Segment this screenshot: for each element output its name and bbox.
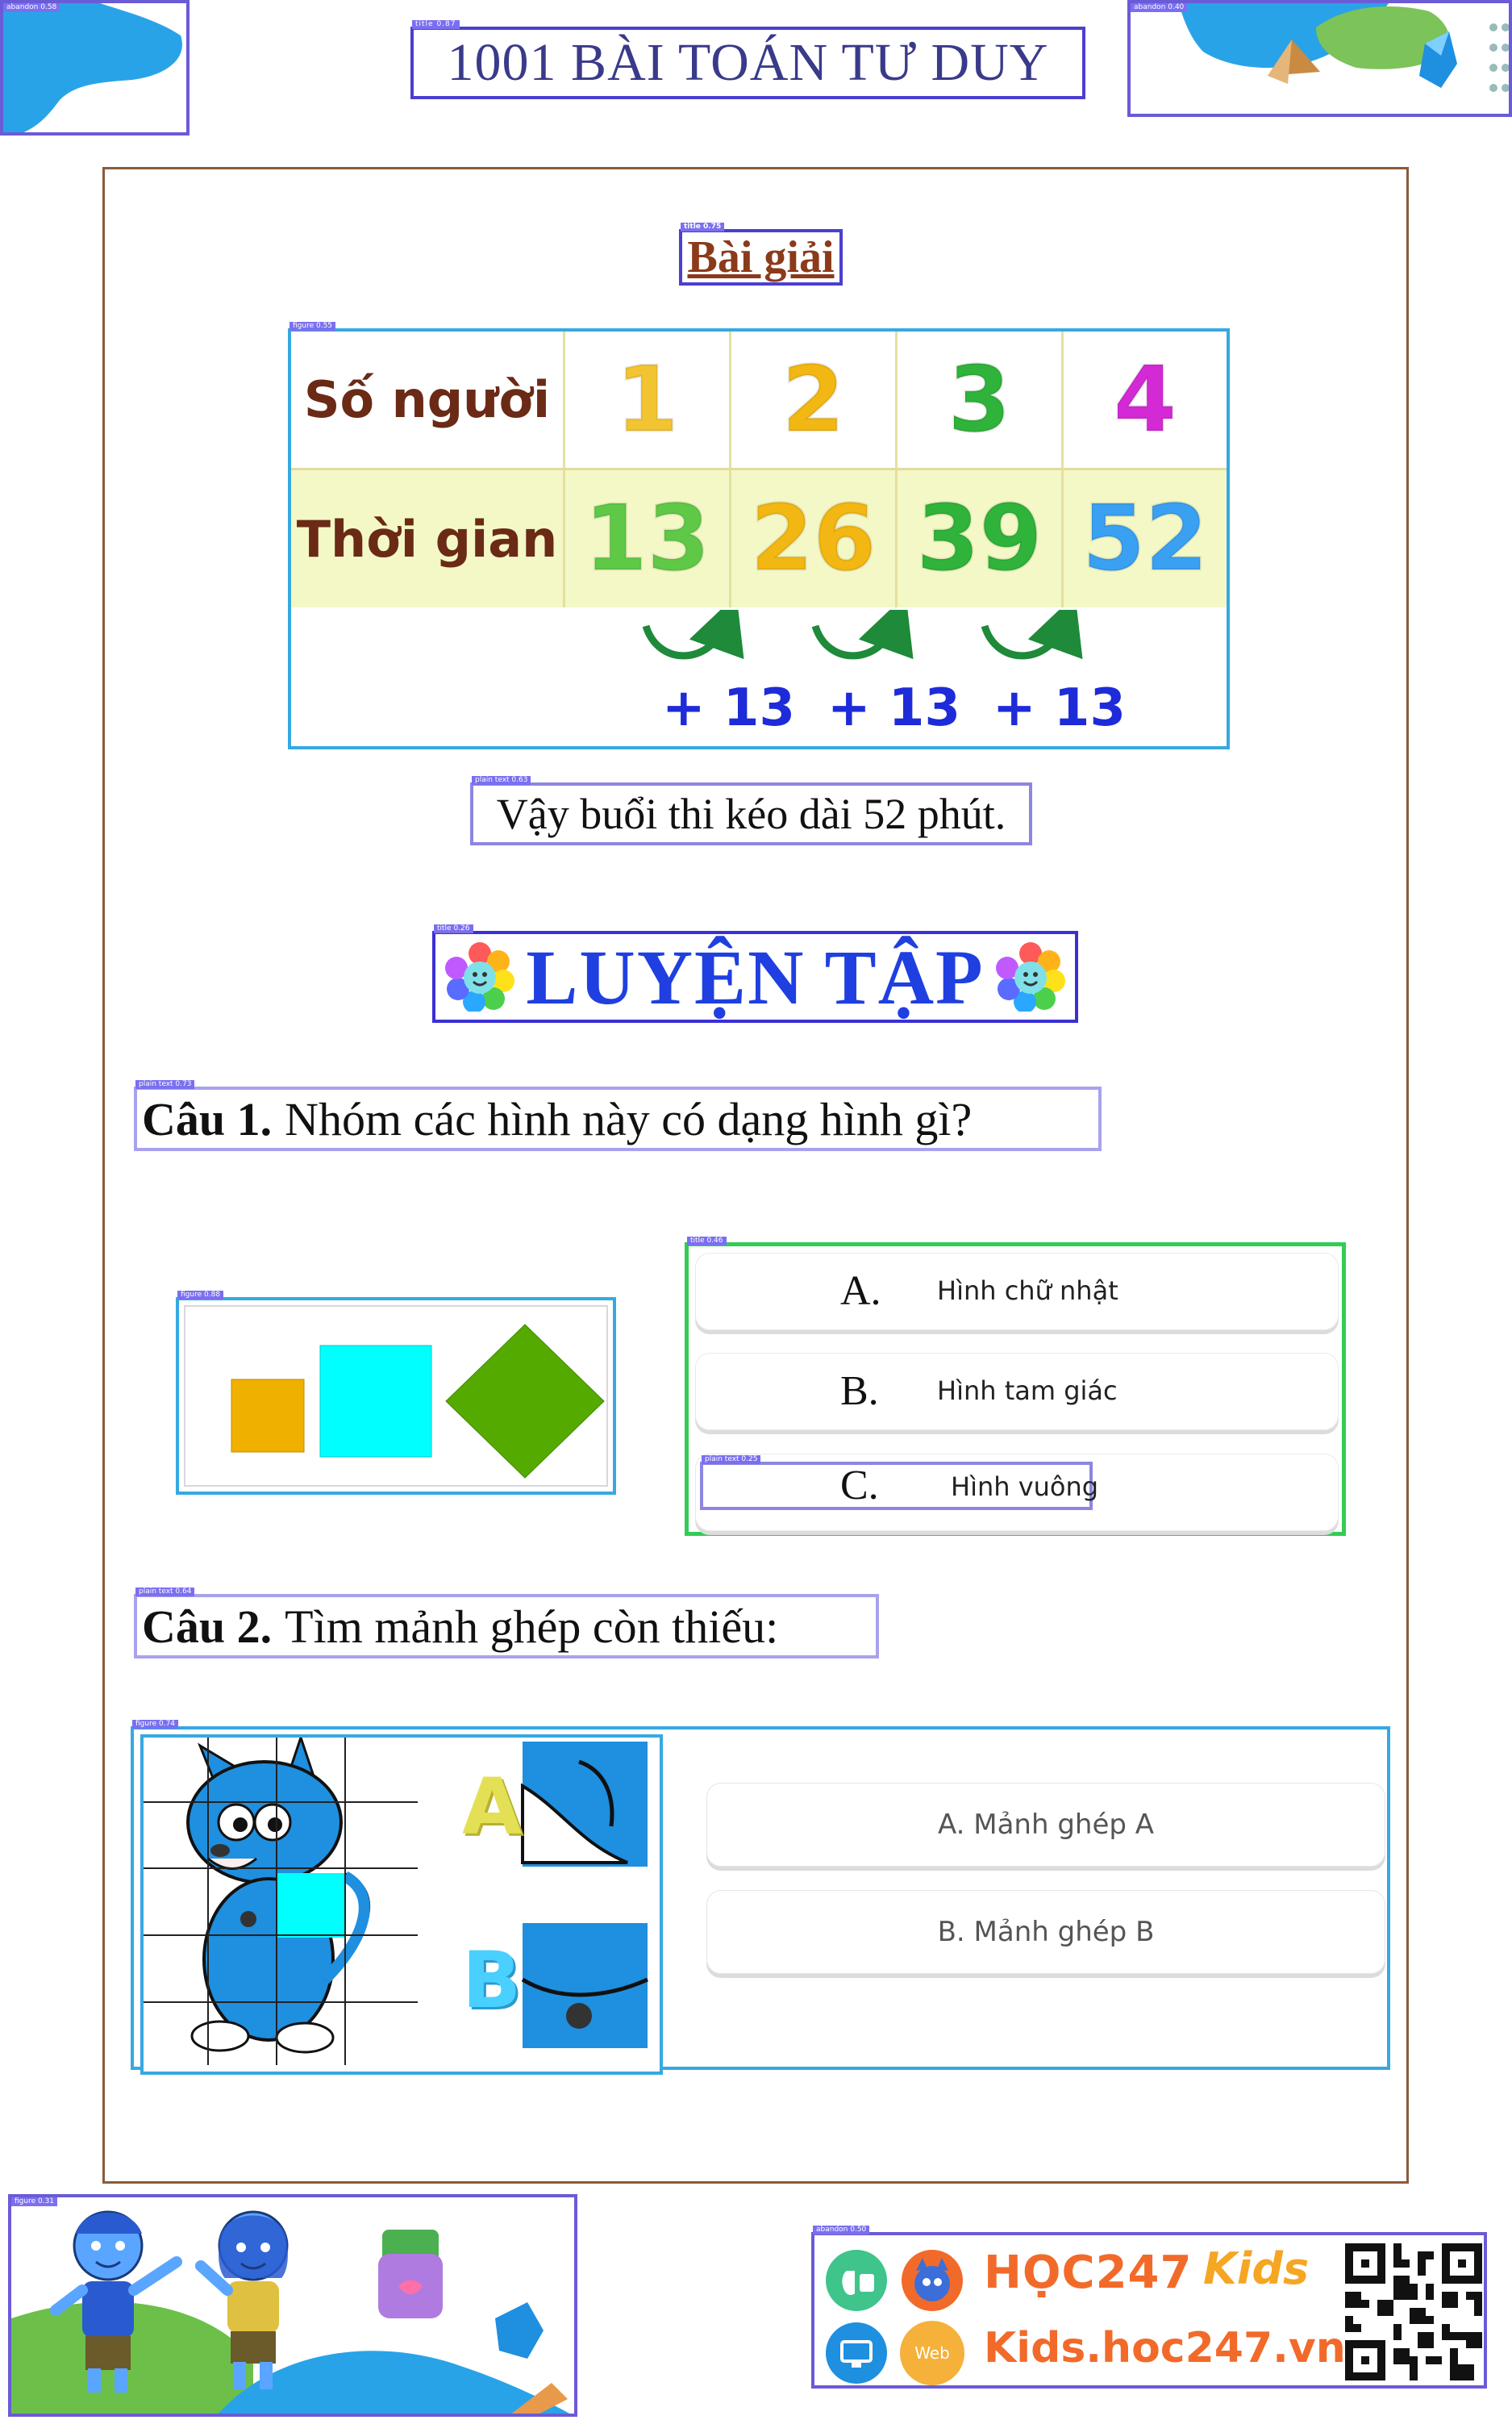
backpack-icon	[378, 2230, 443, 2318]
option-b[interactable]: B. Mảnh ghép B	[706, 1890, 1385, 1974]
piece-b-label: B	[462, 1935, 522, 2026]
question-1-label: Câu 1.	[142, 1092, 273, 1145]
detection-tag: title 0.26	[434, 924, 473, 933]
people-value: 2	[731, 332, 898, 470]
time-value: 52	[1064, 470, 1227, 607]
curved-arrow-icon	[811, 610, 914, 660]
option-c-letter: C.	[840, 1462, 879, 1508]
increment-label: + 13	[662, 678, 795, 738]
detection-tag: abandon 0.50	[813, 2226, 870, 2234]
conclusion-text: Vậy buổi thi kéo dài 52 phút.	[496, 790, 1006, 838]
puzzle-piece-b	[521, 1923, 649, 2048]
increment-label: + 13	[993, 678, 1126, 738]
curved-arrow-icon	[642, 610, 744, 660]
decoration-top-right: abandon 0.40	[1127, 0, 1512, 117]
brand-name: HỌC247	[984, 2247, 1193, 2299]
kids-illustration: figure 0.31	[8, 2194, 577, 2417]
increment-label: + 13	[827, 678, 960, 738]
orange-square	[231, 1379, 305, 1453]
detection-tag: abandon 0.58	[3, 3, 60, 12]
time-value: 13	[565, 470, 731, 607]
people-value: 1	[565, 332, 731, 470]
book-title: title 0.87 1001 BÀI TOÁN TƯ DUY	[410, 20, 1085, 99]
app-store-icon[interactable]	[824, 2248, 889, 2313]
smiling-flower-icon	[445, 942, 515, 1012]
solution-title-text: Bài giải	[687, 232, 835, 282]
detection-tag: figure 0.55	[289, 322, 336, 331]
option-a-letter: A.	[840, 1268, 881, 1314]
time-value: 39	[898, 470, 1064, 607]
puzzle-figure: figure 0.74 A B A. Mảnh ghép A B. Mảnh g…	[131, 1720, 1390, 2075]
book-title-text: 1001 BÀI TOÁN TƯ DUY	[447, 33, 1049, 92]
curved-arrow-icon	[981, 610, 1083, 660]
people-time-table-figure: figure 0.55 Số người 1 2 3 4 Thời gian 1…	[288, 322, 1230, 749]
option-a[interactable]: A. Mảnh ghép A	[706, 1783, 1385, 1867]
detection-tag: figure 0.31	[11, 2197, 58, 2206]
shapes-frame	[184, 1305, 608, 1487]
piece-a-label: A	[462, 1762, 523, 1852]
website-link[interactable]: Kids.hoc247.vn	[984, 2324, 1346, 2372]
question-1-options: title 0.46 A. Hình chữ nhật B. Hình tam …	[685, 1237, 1346, 1536]
web-badge[interactable]: Web	[900, 2321, 964, 2385]
option-c[interactable]: plain text 0.25 C. Hình vuông	[695, 1454, 1339, 1531]
brand-kids: Kids	[1203, 2243, 1310, 2294]
mascot-icon	[902, 2250, 963, 2311]
detection-tag: plain text 0.25	[702, 1455, 761, 1464]
cat-puzzle-illustration	[144, 1738, 649, 2065]
puzzle-piece-a	[521, 1742, 648, 1867]
detection-tag: plain text 0.63	[472, 776, 531, 785]
option-b-text: Hình tam giác	[937, 1375, 1118, 1406]
practice-title: title 0.26 LUYỆN TẬP	[432, 924, 1078, 1023]
brand-box: abandon 0.50 HỌC247 Kids Web Kids.hoc247…	[811, 2226, 1487, 2389]
people-time-table: Số người 1 2 3 4 Thời gian 13 26 39 52	[291, 332, 1227, 610]
detection-tag: title 0.75	[681, 223, 725, 232]
detection-tag: figure 0.74	[132, 1720, 179, 1729]
option-c-text: Hình vuông	[951, 1471, 1099, 1502]
geometric-shapes-illustration	[1179, 3, 1509, 92]
detection-tag: abandon 0.40	[1131, 3, 1188, 12]
smiling-flower-icon	[995, 942, 1065, 1012]
desktop-icon[interactable]	[824, 2321, 889, 2385]
people-value: 4	[1064, 332, 1227, 470]
time-value: 26	[731, 470, 898, 607]
pentagon-shape	[495, 2302, 544, 2359]
shapes-illustration	[231, 1324, 605, 1479]
row-label-people: Số người	[291, 332, 565, 470]
question-1: plain text 0.73 Câu 1. Nhóm các hình này…	[134, 1080, 1102, 1151]
row-label-time: Thời gian	[291, 470, 565, 607]
detection-tag: plain text 0.64	[135, 1588, 195, 1596]
solution-title: title 0.75 Bài giải	[679, 223, 843, 286]
qr-code-icon	[1345, 2243, 1482, 2380]
increment-arrows	[642, 610, 1083, 660]
option-a-text: Hình chữ nhật	[937, 1275, 1118, 1306]
missing-piece	[277, 1873, 345, 1938]
question-2-label: Câu 2.	[142, 1600, 273, 1653]
green-diamond	[445, 1324, 605, 1479]
decoration-top-left: abandon 0.58	[0, 0, 190, 136]
detection-tag: title 0.87	[412, 20, 460, 29]
people-value: 3	[898, 332, 1064, 470]
detection-tag: plain text 0.73	[135, 1080, 195, 1089]
option-b-letter: B.	[840, 1368, 879, 1414]
cyan-square	[319, 1345, 432, 1458]
cat-puzzle-image: A B	[140, 1734, 663, 2075]
question-2-text: Tìm mảnh ghép còn thiếu:	[285, 1600, 779, 1653]
blue-wave-shape	[3, 3, 182, 132]
shapes-figure: figure 0.88	[176, 1291, 616, 1495]
option-b[interactable]: B. Hình tam giác	[695, 1353, 1339, 1430]
solution-conclusion: plain text 0.63 Vậy buổi thi kéo dài 52 …	[470, 776, 1032, 845]
option-a[interactable]: A. Hình chữ nhật	[695, 1253, 1339, 1330]
question-2: plain text 0.64 Câu 2. Tìm mảnh ghép còn…	[134, 1588, 879, 1659]
detection-tag: title 0.46	[687, 1237, 727, 1245]
children-illustration	[11, 2210, 570, 2414]
detection-tag: figure 0.88	[177, 1291, 224, 1300]
question-1-text: Nhóm các hình này có dạng hình gì?	[285, 1092, 973, 1145]
practice-title-text: LUYỆN TẬP	[526, 933, 985, 1020]
